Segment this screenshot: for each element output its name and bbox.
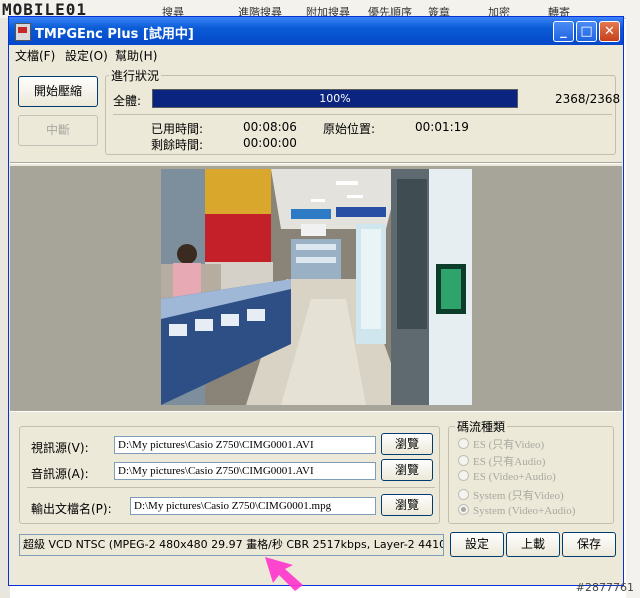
stream-option-label: ES (只有Video) <box>473 439 545 451</box>
radio-icon <box>458 438 469 449</box>
radio-icon <box>458 489 469 500</box>
window-title: TMPGEnc Plus [試用中] <box>35 27 194 42</box>
title-bar[interactable]: TMPGEnc Plus [試用中] _ □ ✕ <box>9 17 623 45</box>
stream-option-es-video[interactable]: ES (只有Video) <box>458 436 544 452</box>
stream-option-es-audio[interactable]: ES (只有Audio) <box>458 453 545 469</box>
background-app-right-edge <box>626 18 640 598</box>
progress-count: 2368/2368 <box>555 92 621 106</box>
output-browse-button[interactable]: 瀏覽 <box>381 494 433 516</box>
remaining-label: 剩餘時間: <box>151 138 204 152</box>
audio-source-label: 音訊源(A): <box>31 467 89 481</box>
annotation-arrow-icon <box>265 557 303 591</box>
close-button[interactable]: ✕ <box>599 21 620 42</box>
tmpgenc-window: TMPGEnc Plus [試用中] _ □ ✕ 文檔(F) 設定(O) 幫助(… <box>8 16 624 591</box>
source-position-value: 00:01:19 <box>415 120 469 134</box>
stream-option-label: ES (只有Audio) <box>473 456 546 468</box>
video-preview-image <box>161 169 472 405</box>
elapsed-value: 00:08:06 <box>243 120 297 134</box>
start-encode-button[interactable]: 開始壓縮 <box>18 76 98 107</box>
stream-option-system-video[interactable]: System (只有Video) <box>458 487 564 503</box>
audio-browse-button[interactable]: 瀏覽 <box>381 459 433 481</box>
stream-option-label: System (Video+Audio) <box>473 505 576 517</box>
total-label: 全體: <box>113 94 142 108</box>
output-format-summary[interactable]: 超級 VCD NTSC (MPEG-2 480x480 29.97 畫格/秒 C… <box>19 534 444 556</box>
stream-option-system-video-audio[interactable]: System (Video+Audio) <box>458 504 575 517</box>
stream-option-es-video-audio[interactable]: ES (Video+Audio) <box>458 470 556 483</box>
stream-option-label: System (只有Video) <box>473 490 564 502</box>
progress-bar: 100% <box>152 89 518 108</box>
maximize-button[interactable]: □ <box>576 21 597 42</box>
output-file-field[interactable]: D:\My pictures\Casio Z750\CIMG0001.mpg <box>130 497 376 515</box>
load-button[interactable]: 上載 <box>506 532 560 557</box>
menu-file[interactable]: 文檔(F) <box>15 47 55 64</box>
radio-selected-icon <box>458 504 469 515</box>
preview-area <box>10 166 622 410</box>
progress-divider <box>113 114 612 115</box>
progress-group-label: 進行狀況 <box>109 67 162 84</box>
radio-icon <box>458 455 469 466</box>
video-source-label: 視訊源(V): <box>31 441 89 455</box>
stop-button[interactable]: 中斷 <box>18 115 98 146</box>
separator-bottom <box>10 410 622 412</box>
menu-help[interactable]: 幫助(H) <box>115 47 157 64</box>
video-source-field[interactable]: D:\My pictures\Casio Z750\CIMG0001.AVI <box>114 436 376 454</box>
separator-top <box>10 162 622 164</box>
output-file-label: 輸出文檔名(P): <box>31 502 112 516</box>
stream-option-label: ES (Video+Audio) <box>473 471 556 483</box>
minimize-button[interactable]: _ <box>553 21 574 42</box>
video-browse-button[interactable]: 瀏覽 <box>381 433 433 455</box>
app-icon <box>15 23 31 41</box>
audio-source-field[interactable]: D:\My pictures\Casio Z750\CIMG0001.AVI <box>114 462 376 480</box>
stream-type-label: 碼流種類 <box>455 418 508 435</box>
remaining-value: 00:00:00 <box>243 136 297 150</box>
output-divider <box>27 487 435 488</box>
watermark: #2877761 <box>575 581 634 594</box>
menu-settings[interactable]: 設定(O) <box>65 47 108 64</box>
menu-bar: 文檔(F) 設定(O) 幫助(H) <box>9 45 623 63</box>
save-button[interactable]: 保存 <box>562 532 616 557</box>
elapsed-label: 已用時間: <box>151 122 204 136</box>
source-position-label: 原始位置: <box>323 122 376 136</box>
progress-percent: 100% <box>319 92 351 105</box>
radio-icon <box>458 470 469 481</box>
settings-button[interactable]: 設定 <box>450 532 504 557</box>
